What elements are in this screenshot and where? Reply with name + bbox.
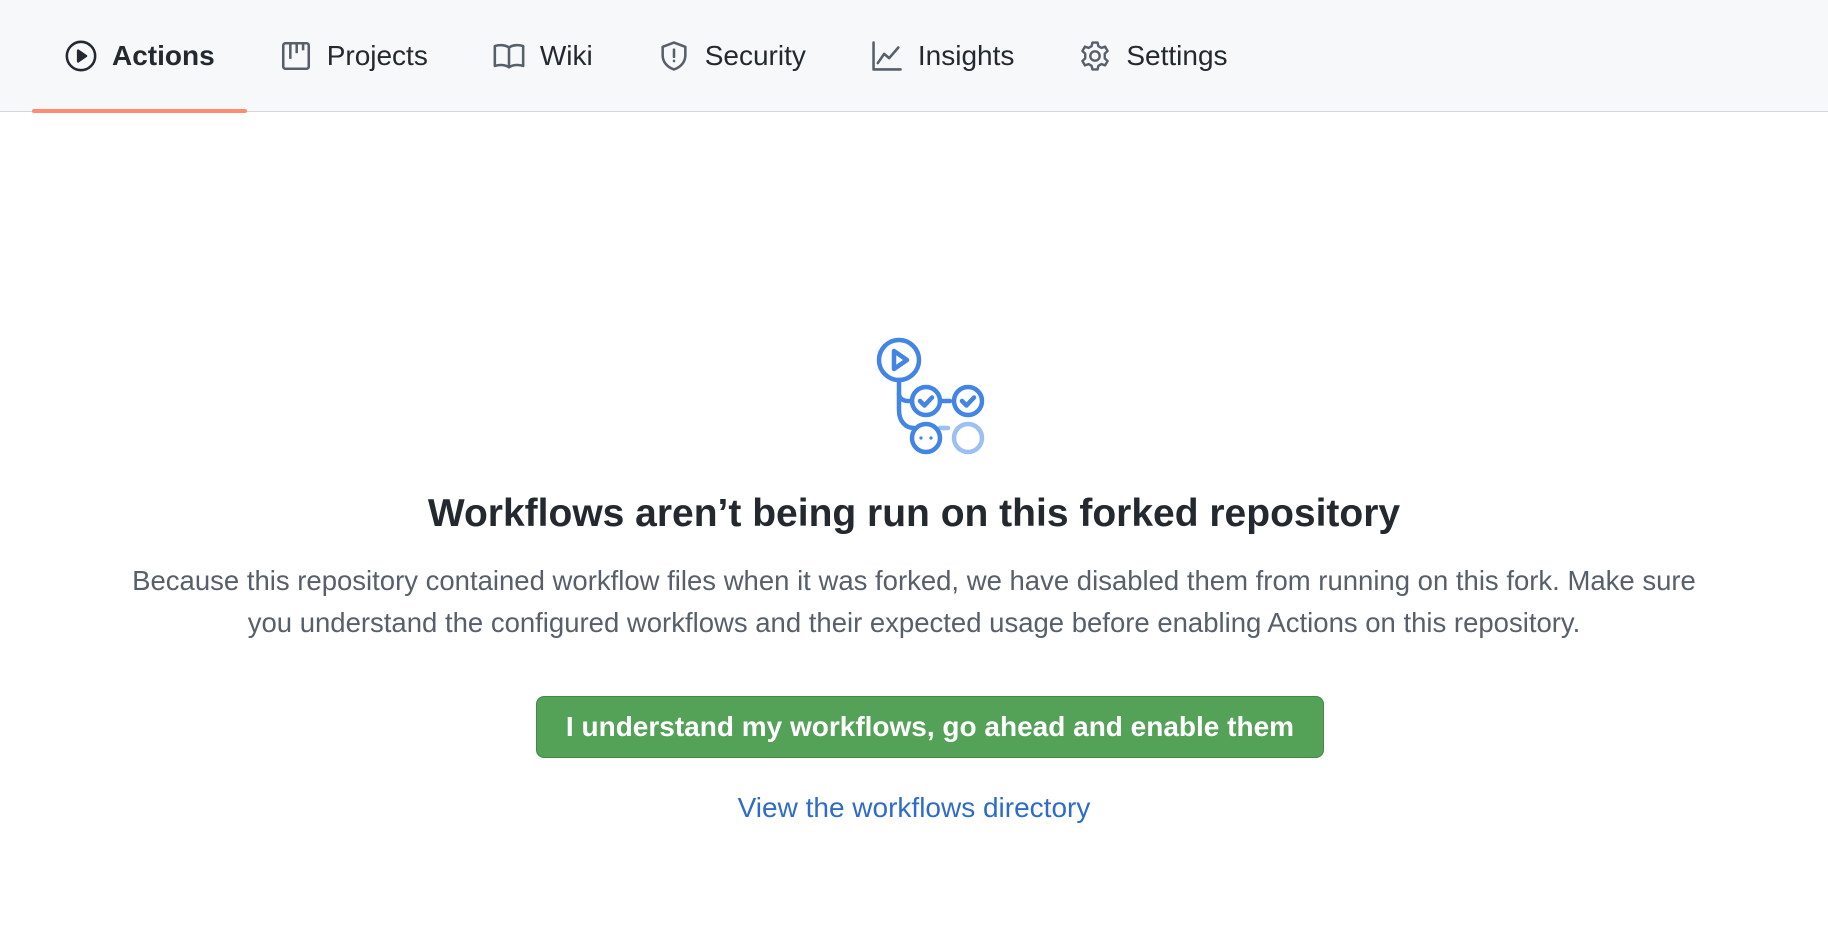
- actions-empty-state: Workflows aren’t being run on this forke…: [0, 112, 1828, 932]
- workflows-directory-link-row: View the workflows directory: [0, 792, 1828, 824]
- tab-security[interactable]: Security: [625, 0, 838, 112]
- view-workflows-directory-link[interactable]: View the workflows directory: [738, 792, 1091, 823]
- tab-label: Projects: [326, 40, 428, 71]
- tab-wiki[interactable]: Wiki: [460, 0, 625, 112]
- empty-state-description: Because this repository contained workfl…: [132, 565, 1696, 638]
- tab-label: Actions: [112, 40, 215, 71]
- tab-label: Settings: [1126, 40, 1228, 71]
- repo-nav-bar: Actions Projects Wiki Security Insights …: [0, 0, 1828, 113]
- book-icon: [492, 39, 526, 73]
- tab-label: Security: [704, 40, 806, 71]
- enable-workflows-button[interactable]: I understand my workflows, go ahead and …: [536, 696, 1324, 758]
- graph-icon: [870, 39, 904, 73]
- tab-actions[interactable]: Actions: [32, 0, 247, 113]
- gear-icon: [1078, 39, 1112, 73]
- empty-state-title: Workflows aren’t being run on this forke…: [427, 492, 1401, 535]
- tab-label: Wiki: [539, 40, 593, 71]
- play-circle-icon: [64, 39, 98, 73]
- tab-settings[interactable]: Settings: [1046, 0, 1259, 112]
- repo-nav-tabs: Actions Projects Wiki Security Insights …: [32, 0, 1260, 113]
- shield-icon: [657, 39, 691, 73]
- tab-label: Insights: [917, 40, 1015, 71]
- tab-insights[interactable]: Insights: [838, 0, 1047, 112]
- workflow-icon: [870, 334, 994, 458]
- tab-projects[interactable]: Projects: [247, 0, 460, 112]
- project-board-icon: [279, 39, 313, 73]
